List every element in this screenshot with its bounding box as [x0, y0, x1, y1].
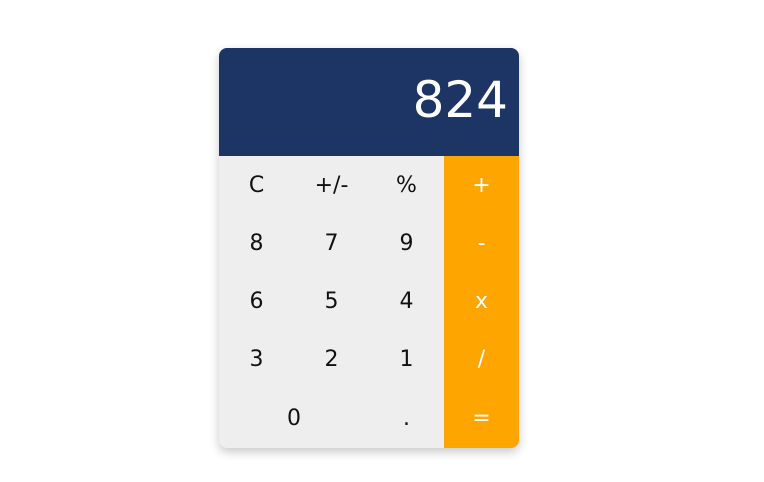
digit-3-button[interactable]: 3: [219, 330, 294, 388]
digit-6-button[interactable]: 6: [219, 272, 294, 330]
multiply-button[interactable]: x: [444, 272, 519, 330]
digit-2-button[interactable]: 2: [294, 330, 369, 388]
calculator-display: 824: [219, 48, 519, 156]
decimal-button[interactable]: .: [369, 388, 444, 448]
calculator: 824 C +/- % + 8 7 9 - 6 5 4 x 3 2 1 / 0 …: [219, 48, 519, 448]
digit-8-button[interactable]: 8: [219, 214, 294, 272]
digit-1-button[interactable]: 1: [369, 330, 444, 388]
digit-5-button[interactable]: 5: [294, 272, 369, 330]
digit-4-button[interactable]: 4: [369, 272, 444, 330]
digit-0-button[interactable]: 0: [219, 388, 369, 448]
divide-button[interactable]: /: [444, 330, 519, 388]
sign-toggle-button[interactable]: +/-: [294, 156, 369, 214]
digit-9-button[interactable]: 9: [369, 214, 444, 272]
digit-7-button[interactable]: 7: [294, 214, 369, 272]
equals-button[interactable]: =: [444, 388, 519, 448]
percent-button[interactable]: %: [369, 156, 444, 214]
subtract-button[interactable]: -: [444, 214, 519, 272]
add-button[interactable]: +: [444, 156, 519, 214]
clear-button[interactable]: C: [219, 156, 294, 214]
keypad: C +/- % + 8 7 9 - 6 5 4 x 3 2 1 / 0 . =: [219, 156, 519, 448]
display-value: 824: [412, 71, 508, 129]
